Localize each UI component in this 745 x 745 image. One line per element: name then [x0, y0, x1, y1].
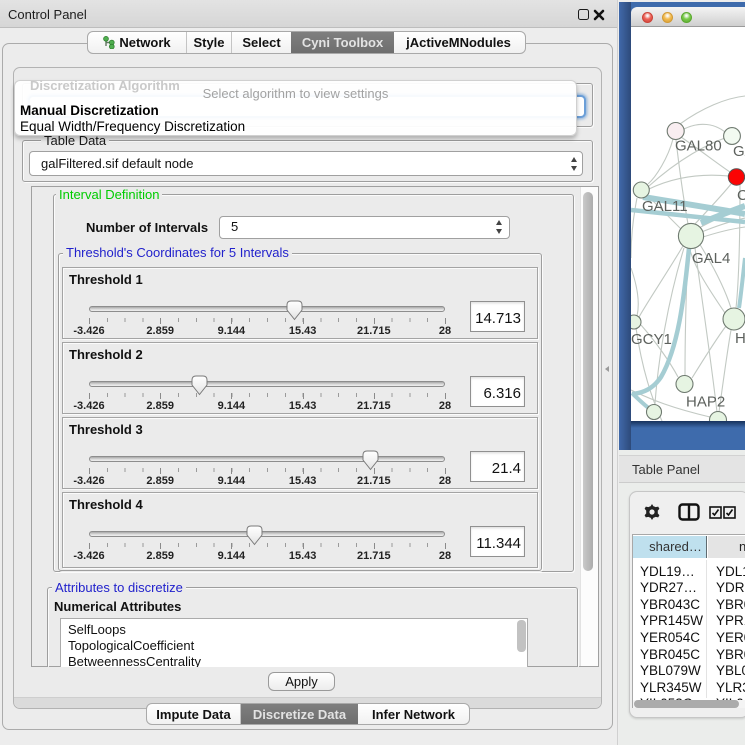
svg-text:GCY1: GCY1 [631, 331, 672, 348]
svg-text:H: H [735, 330, 745, 347]
svg-text:GA: GA [733, 143, 745, 160]
svg-text:HAP2: HAP2 [686, 394, 725, 411]
svg-text:GAL11: GAL11 [642, 198, 688, 215]
svg-text:C: C [737, 187, 745, 204]
svg-text:GAL4: GAL4 [692, 250, 730, 267]
svg-text:GAL80: GAL80 [675, 138, 722, 155]
